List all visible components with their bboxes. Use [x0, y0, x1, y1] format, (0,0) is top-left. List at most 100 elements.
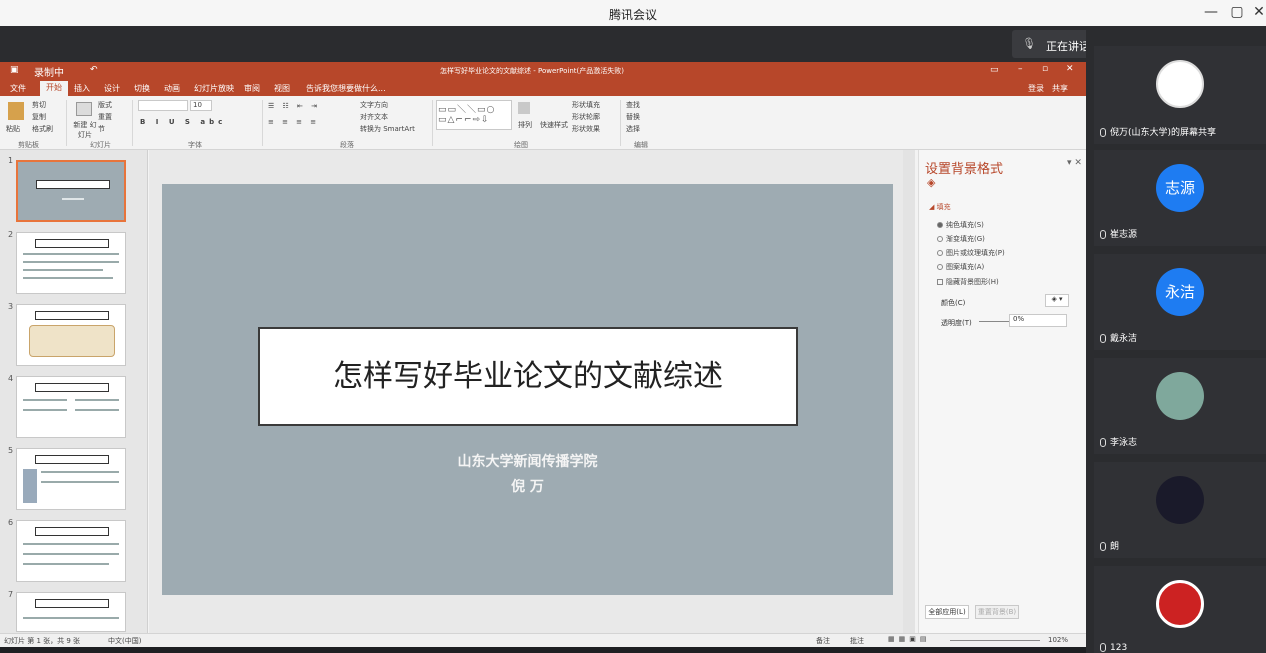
slide-subtitle-author[interactable]: 倪 万	[162, 476, 893, 496]
align-text-button[interactable]: 对齐文本	[360, 112, 388, 122]
view-buttons[interactable]: ▦▦▣▤	[888, 635, 930, 643]
participant-tile[interactable]: 123	[1094, 566, 1266, 653]
gradient-fill-radio[interactable]: 渐变填充(G)	[937, 234, 985, 244]
tab-transitions[interactable]: 切换	[134, 83, 150, 94]
participant-tile[interactable]: 李泳志	[1094, 358, 1266, 454]
quick-styles-button[interactable]: 快速样式	[540, 120, 568, 130]
notes-button[interactable]: 备注	[816, 636, 830, 646]
copy-button[interactable]: 复制	[32, 112, 46, 122]
transparency-input[interactable]: 0%	[1009, 314, 1067, 327]
save-icon[interactable]: ▣	[10, 65, 19, 75]
participant-name: 戴永洁	[1100, 331, 1137, 344]
list-buttons[interactable]: ☰ ☷ ⇤ ⇥	[268, 102, 320, 110]
undo-icon[interactable]: ↶	[90, 65, 98, 75]
section-button[interactable]: 节	[98, 124, 105, 134]
cut-button[interactable]: 剪切	[32, 100, 46, 110]
slide-thumbnail-1[interactable]	[16, 160, 126, 222]
tellme-search[interactable]: 告诉我您想要做什么...	[306, 83, 386, 94]
fill-section[interactable]: ◢ 填充	[929, 202, 951, 212]
share-button[interactable]: 共享	[1052, 83, 1068, 94]
pane-title: 设置背景格式	[925, 162, 1004, 177]
format-painter-button[interactable]: 格式刷	[32, 124, 53, 134]
meeting-top-strip	[0, 26, 1086, 62]
tab-home[interactable]: 开始	[40, 81, 68, 96]
tab-file[interactable]: 文件	[10, 83, 26, 94]
select-button[interactable]: 选择	[626, 124, 640, 134]
slide-counter: 幻灯片 第 1 张，共 9 张	[4, 637, 81, 645]
slide-title-box[interactable]: 怎样写好毕业论文的文献综述	[258, 327, 798, 426]
comments-button[interactable]: 批注	[850, 636, 864, 646]
tab-slideshow[interactable]: 幻灯片放映	[194, 83, 234, 94]
participant-tile[interactable]: 志源 崔志源	[1094, 150, 1266, 246]
slide-thumbnail-6[interactable]	[16, 520, 126, 582]
color-picker-button[interactable]: ◈ ▾	[1045, 294, 1069, 307]
arrange-icon[interactable]	[518, 102, 530, 114]
slide-thumbnail-4[interactable]	[16, 376, 126, 438]
avatar	[1156, 372, 1204, 420]
align-buttons[interactable]: ≡ ≡ ≡ ≡	[268, 118, 319, 126]
shape-effect-button[interactable]: 形状效果	[572, 124, 600, 134]
font-size-select[interactable]: 10	[190, 100, 212, 111]
slide-thumbnail-pane[interactable]: 1 2 3 4 5 6 7	[0, 150, 148, 633]
font-name-select[interactable]	[138, 100, 188, 111]
minimize-button[interactable]: —	[1202, 4, 1220, 20]
solid-fill-radio[interactable]: 纯色填充(S)	[937, 220, 984, 230]
replace-button[interactable]: 替换	[626, 112, 640, 122]
thumb-number: 5	[8, 446, 14, 455]
login-link[interactable]: 登录	[1028, 83, 1044, 94]
shape-fill-button[interactable]: 形状填充	[572, 100, 600, 110]
text-direction-button[interactable]: 文字方向	[360, 100, 388, 110]
transparency-slider[interactable]	[979, 321, 1009, 322]
zoom-level[interactable]: 102%	[1048, 636, 1068, 644]
pane-close-icon[interactable]: ▾ ✕	[1067, 158, 1082, 168]
ppt-restore[interactable]: ▫	[1042, 64, 1048, 74]
close-button[interactable]: ✕	[1250, 4, 1266, 20]
shapes-gallery[interactable]: ▭▭＼＼▭○ ▭△⌐⌐⇨⇩	[436, 100, 512, 130]
apply-all-button[interactable]: 全部应用(L)	[925, 605, 969, 619]
reset-background-button[interactable]: 重置背景(B)	[975, 605, 1019, 619]
reset-button[interactable]: 重置	[98, 112, 112, 122]
hide-background-checkbox[interactable]: 隐藏背景图形(H)	[937, 277, 999, 287]
slide-thumbnail-5[interactable]	[16, 448, 126, 510]
slide-subtitle-school[interactable]: 山东大学新闻传播学院	[162, 451, 893, 471]
zoom-slider[interactable]	[950, 640, 1040, 641]
thumb-number: 1	[8, 156, 14, 165]
find-button[interactable]: 查找	[626, 100, 640, 110]
participant-tile[interactable]: 倪万(山东大学)的屏幕共享	[1094, 46, 1266, 144]
tab-view[interactable]: 视图	[274, 83, 290, 94]
tab-animations[interactable]: 动画	[164, 83, 180, 94]
arrange-button[interactable]: 排列	[518, 120, 532, 130]
pattern-fill-radio[interactable]: 图案填充(A)	[937, 262, 984, 272]
thumb-number: 3	[8, 302, 14, 311]
meeting-bottom-bar	[0, 647, 1086, 653]
paste-icon[interactable]	[8, 102, 24, 120]
new-slide-button[interactable]: 新建 幻灯片	[70, 120, 100, 140]
new-slide-icon[interactable]	[76, 102, 92, 116]
tab-review[interactable]: 审阅	[244, 83, 260, 94]
ribbon-options-icon[interactable]: ▭	[990, 65, 999, 75]
ppt-minimize[interactable]: –	[1018, 64, 1023, 74]
tab-insert[interactable]: 插入	[74, 83, 90, 94]
smartart-button[interactable]: 转换为 SmartArt	[360, 124, 415, 134]
thumb-number: 7	[8, 590, 14, 599]
ppt-close[interactable]: ✕	[1066, 64, 1074, 74]
picture-fill-radio[interactable]: 图片或纹理填充(P)	[937, 248, 1005, 258]
group-editing: 编辑	[634, 141, 648, 149]
paste-label[interactable]: 粘贴	[6, 124, 20, 134]
avatar: 志源	[1156, 164, 1204, 212]
slide-thumbnail-3[interactable]	[16, 304, 126, 366]
restore-button[interactable]: ▢	[1228, 4, 1246, 20]
participant-tile[interactable]: 朗	[1094, 462, 1266, 558]
recording-label: 录制中	[34, 68, 64, 79]
slide-thumbnail-7[interactable]	[16, 592, 126, 632]
thumb-number: 2	[8, 230, 14, 239]
layout-button[interactable]: 版式	[98, 100, 112, 110]
slide-thumbnail-2[interactable]	[16, 232, 126, 294]
shape-outline-button[interactable]: 形状轮廓	[572, 112, 600, 122]
participant-tile[interactable]: 永洁 戴永洁	[1094, 254, 1266, 350]
participant-name: 123	[1100, 643, 1127, 653]
font-format-buttons[interactable]: B I U S abc	[140, 118, 226, 126]
group-slides: 幻灯片	[90, 141, 111, 149]
tab-design[interactable]: 设计	[104, 83, 120, 94]
editor-scrollbar[interactable]	[903, 150, 915, 633]
